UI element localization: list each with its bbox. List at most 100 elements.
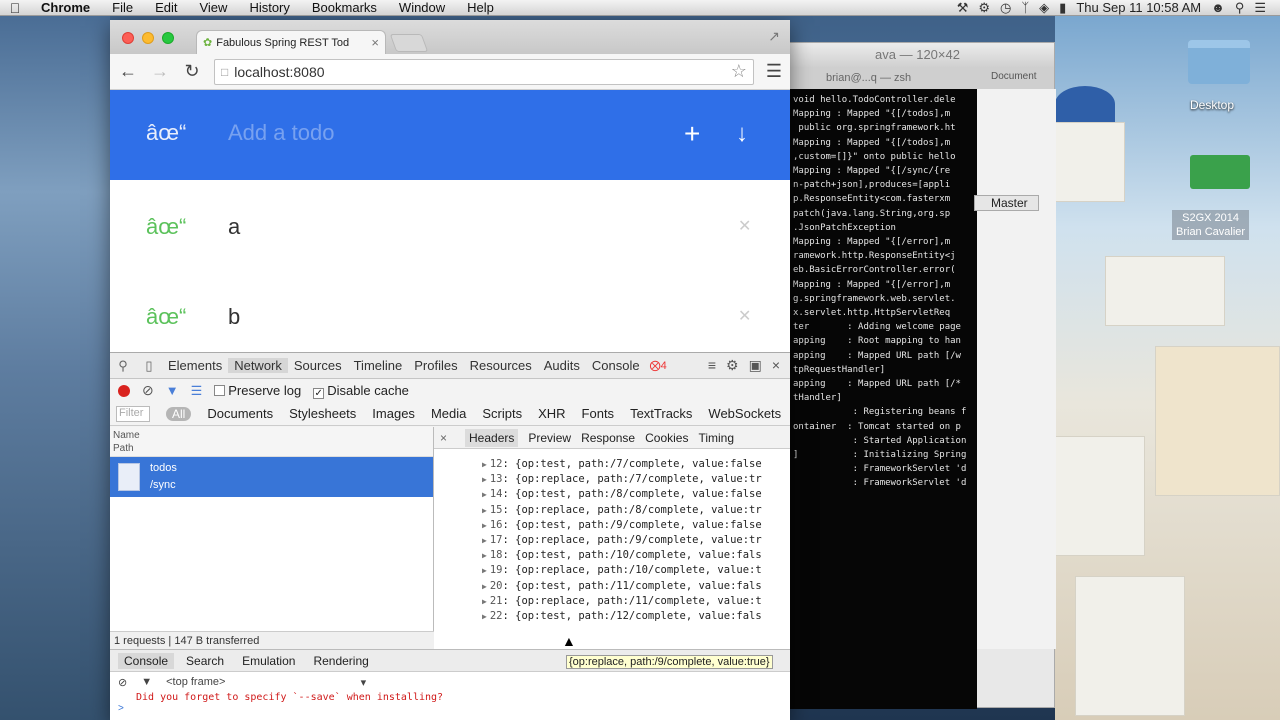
filter-input[interactable]: Filter xyxy=(116,405,150,422)
device-mode-icon[interactable]: ▯ xyxy=(136,358,162,374)
toggle-all-icon[interactable]: âœ“ xyxy=(146,120,186,146)
document-button[interactable]: Document xyxy=(991,71,1037,82)
payload-line[interactable]: ▶ 19: {op:replace, path:/10/complete, val… xyxy=(482,563,790,578)
tab-elements[interactable]: Elements xyxy=(162,358,228,373)
frame-select[interactable]: <top frame> ▾ xyxy=(166,676,366,689)
payload-line[interactable]: ▶ 20: {op:test, path:/11/complete, value:… xyxy=(482,579,790,594)
tab-preview[interactable]: Preview xyxy=(528,431,571,445)
payload-line[interactable]: ▶ 15: {op:replace, path:/8/complete, valu… xyxy=(482,503,790,518)
payload-line[interactable]: ▶ 17: {op:replace, path:/9/complete, valu… xyxy=(482,533,790,548)
menu-history[interactable]: History xyxy=(238,0,300,15)
expand-triangle-icon[interactable]: ▶ xyxy=(482,536,487,545)
settings-gear-icon[interactable]: ⚙ xyxy=(726,357,739,374)
request-list-header[interactable]: Name Path xyxy=(110,427,433,457)
filter-all[interactable]: All xyxy=(166,406,192,421)
user-icon[interactable]: ☻ xyxy=(1211,0,1225,15)
payload-line[interactable]: ▶ 21: {op:replace, path:/11/complete, val… xyxy=(482,594,790,609)
tab-profiles[interactable]: Profiles xyxy=(408,358,463,373)
settings-icon[interactable]: ⚙ xyxy=(978,0,990,16)
payload-line[interactable]: ▶ 12: {op:test, path:/7/complete, value:f… xyxy=(482,457,790,472)
tab-sources[interactable]: Sources xyxy=(288,358,348,373)
address-bar[interactable]: □ localhost:8080 ☆ xyxy=(214,58,754,85)
payload-line[interactable]: ▶ 22: {op:test, path:/12/complete, value:… xyxy=(482,609,790,624)
inspect-element-icon[interactable]: ⚲ xyxy=(110,358,136,374)
dock-side-icon[interactable]: ▣ xyxy=(749,357,762,374)
tab-cookies[interactable]: Cookies xyxy=(645,431,688,445)
menu-window[interactable]: Window xyxy=(388,0,456,15)
close-devtools-icon[interactable]: × xyxy=(772,357,780,374)
expand-triangle-icon[interactable]: ▶ xyxy=(482,521,487,530)
expand-triangle-icon[interactable]: ▶ xyxy=(482,612,487,621)
tab-headers[interactable]: Headers xyxy=(465,428,519,447)
drawer-tab-console[interactable]: Console xyxy=(118,652,175,669)
payload-line[interactable]: ▶ 14: {op:test, path:/8/complete, value:f… xyxy=(482,487,790,502)
sync-down-button[interactable]: ↓ xyxy=(736,120,748,148)
fullscreen-icon[interactable]: ↗ xyxy=(768,28,780,45)
wrench-icon[interactable]: ⚒ xyxy=(957,0,969,16)
menu-view[interactable]: View xyxy=(188,0,238,15)
tab-resources[interactable]: Resources xyxy=(464,358,538,373)
tab-timing[interactable]: Timing xyxy=(698,431,734,445)
expand-triangle-icon[interactable]: ▶ xyxy=(482,506,487,515)
add-todo-button[interactable]: + xyxy=(684,118,700,150)
expand-triangle-icon[interactable]: ▶ xyxy=(482,490,487,499)
desktop-folder-icon[interactable] xyxy=(1188,40,1250,84)
battery-icon[interactable]: ▮ xyxy=(1059,0,1066,16)
drawer-tab-emulation[interactable]: Emulation xyxy=(236,653,301,669)
tab-response[interactable]: Response xyxy=(581,431,635,445)
filter-fonts[interactable]: Fonts xyxy=(582,406,615,421)
expand-triangle-icon[interactable]: ▶ xyxy=(482,566,487,575)
filter-texttracks[interactable]: TextTracks xyxy=(630,406,692,421)
filter-stylesheets[interactable]: Stylesheets xyxy=(289,406,356,421)
payload-line[interactable]: ▶ 18: {op:test, path:/10/complete, value:… xyxy=(482,548,790,563)
error-count-badge[interactable]: ⨂4 xyxy=(650,359,667,372)
list-view-icon[interactable]: ☰ xyxy=(191,383,203,399)
new-tab-button[interactable] xyxy=(389,34,429,52)
delete-todo-icon[interactable]: ✕ xyxy=(738,306,751,326)
filter-scripts[interactable]: Scripts xyxy=(482,406,522,421)
expand-triangle-icon[interactable]: ▶ xyxy=(482,597,487,606)
menu-app-chrome[interactable]: Chrome xyxy=(30,0,101,15)
delete-todo-icon[interactable]: ✕ xyxy=(738,216,751,236)
disable-cache-checkbox[interactable]: ✓ Disable cache xyxy=(313,383,409,399)
menu-bookmarks[interactable]: Bookmarks xyxy=(301,0,388,15)
console-prompt[interactable]: > xyxy=(110,703,790,714)
filter-images[interactable]: Images xyxy=(372,406,415,421)
browser-tab[interactable]: ✿ Fabulous Spring REST Tod × xyxy=(196,30,386,54)
menubar-clock[interactable]: Thu Sep 11 10:58 AM xyxy=(1076,0,1201,15)
filter-websockets[interactable]: WebSockets xyxy=(708,406,781,421)
filter-media[interactable]: Media xyxy=(431,406,466,421)
close-detail-icon[interactable]: × xyxy=(440,431,447,445)
time-machine-icon[interactable]: ◷ xyxy=(1000,0,1011,16)
bookmark-star-icon[interactable]: ☆ xyxy=(731,61,747,82)
tab-timeline[interactable]: Timeline xyxy=(348,358,409,373)
request-row[interactable]: todos /sync xyxy=(110,457,433,497)
preserve-log-checkbox[interactable]: Preserve log xyxy=(214,383,301,398)
show-drawer-icon[interactable]: ≡ xyxy=(708,357,716,374)
spotlight-search-icon[interactable]: ⚲ xyxy=(1235,0,1245,16)
bluetooth-icon[interactable]: ᛉ xyxy=(1021,0,1029,15)
wifi-icon[interactable]: ◈ xyxy=(1039,0,1049,16)
record-icon[interactable] xyxy=(118,384,130,397)
forward-icon[interactable]: → xyxy=(150,61,170,82)
drawer-tab-rendering[interactable]: Rendering xyxy=(307,653,374,669)
menu-help[interactable]: Help xyxy=(456,0,505,15)
todo-complete-toggle[interactable]: âœ“ xyxy=(146,214,186,240)
menu-file[interactable]: File xyxy=(101,0,144,15)
payload-line[interactable]: ▶ 13: {op:replace, path:/7/complete, valu… xyxy=(482,472,790,487)
back-icon[interactable]: ← xyxy=(118,61,138,82)
clear-icon[interactable]: ⊘ xyxy=(142,382,154,399)
todo-text[interactable]: b xyxy=(228,304,240,330)
filter-documents[interactable]: Documents xyxy=(207,406,273,421)
drawer-tab-search[interactable]: Search xyxy=(180,653,230,669)
console-filter-icon[interactable]: ▼ xyxy=(141,676,152,688)
notification-center-icon[interactable]: ☰ xyxy=(1254,0,1266,16)
close-tab-icon[interactable]: × xyxy=(371,35,379,50)
payload-line[interactable]: ▶ 16: {op:test, path:/9/complete, value:f… xyxy=(482,518,790,533)
filter-xhr[interactable]: XHR xyxy=(538,406,565,421)
clear-console-icon[interactable]: ⊘ xyxy=(118,676,127,689)
minimize-window-icon[interactable] xyxy=(142,32,154,44)
reload-icon[interactable]: ↻ xyxy=(182,61,202,82)
menu-edit[interactable]: Edit xyxy=(144,0,188,15)
expand-triangle-icon[interactable]: ▶ xyxy=(482,551,487,560)
